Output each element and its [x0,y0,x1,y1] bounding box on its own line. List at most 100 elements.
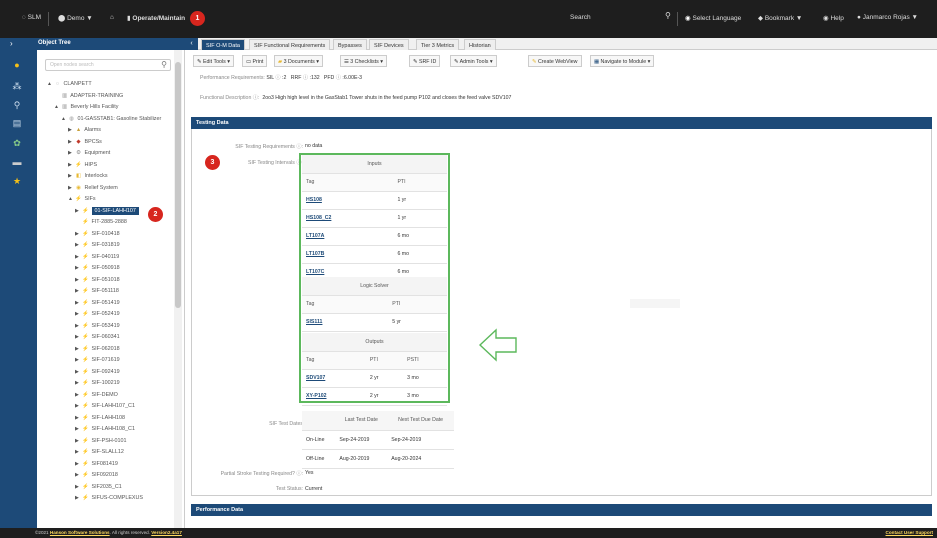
tree-node[interactable]: ▶ ◉ Relief System [68,185,118,191]
srf-id-button[interactable]: ✎ SRF ID [409,55,441,67]
tree-node[interactable]: ▶ ◆ BPCSs [68,139,102,145]
tree-icon[interactable]: ⁂ [10,79,24,93]
user-menu[interactable]: ● Janmarco Rojas ▼ [857,14,918,21]
tree-node[interactable]: ▶ ⚡ SIF-LAHH108 [75,415,125,421]
tag-link[interactable]: HS108 [306,197,322,203]
tab-historian[interactable]: Historian [464,39,496,50]
tab-sif-functional-requirements[interactable]: SIF Functional Requirements [249,39,331,50]
tree-node-label: Relief System [84,184,118,191]
relief-icon: ◉ [76,184,81,191]
equipment-icon[interactable]: ▬ [10,155,24,169]
search-icon[interactable]: ⚲ [10,98,24,112]
tree-node[interactable]: ▶ ⚡ SIF-LAHH108_C1 [75,426,135,432]
tree-node[interactable]: ▶ ⚡ SIF-052419 [75,311,120,317]
tree-node[interactable]: ▶ ⚡ SIF092018 [75,472,118,478]
tab-sif-om-data[interactable]: SIF O-M Data [201,39,245,50]
tab-bypasses[interactable]: Bypasses [333,39,367,50]
version-link[interactable]: Version2.4a17 [151,530,182,535]
company-link[interactable]: Hanson Software Solutions [50,530,110,535]
tag-link[interactable]: LT107A [306,233,324,239]
tree-node[interactable]: ▶ ⚡ SIF-100219 [75,380,120,386]
favorites-icon[interactable]: ● [10,58,24,72]
alarm-icon: ▲ [75,127,82,133]
create-webview-button[interactable]: ✎ Create WebView [528,55,582,67]
tree-node[interactable]: ▶ ⚡ SIF-051419 [75,300,120,306]
info-icon[interactable]: ⓘ [296,144,301,150]
edit-tools-button[interactable]: ✎ Edit Tools ▾ [193,55,234,67]
search-icon[interactable]: ⚲ [665,11,671,20]
tree-node-label: SIF-053419 [91,322,120,329]
back-arrow-icon[interactable]: ‹ [185,38,198,50]
help-menu[interactable]: ◉ Help [823,14,844,22]
app-switch[interactable]: ◌ SLM [22,14,41,21]
info-icon[interactable]: ⓘ [296,471,301,477]
tree-node[interactable]: ▲ ⚡ SIFs [68,196,96,202]
scrollbar-thumb[interactable] [175,62,181,308]
print-button[interactable]: ▭ Print [242,55,268,67]
tree-node[interactable]: ▶ ⚡ SIF-060341 [75,334,120,340]
tab-tier3-metrics[interactable]: Tier 3 Metrics [416,39,460,50]
tree-node[interactable]: ▲ ◍ 01-GASSTAB1: Gasoline Stabilizer [61,116,161,122]
tree-node[interactable]: ▥ ADAPTER-TRAINING [54,93,123,99]
tree-node[interactable]: ▶ ⚡ SIF-031819 [75,242,120,248]
bookmark-menu[interactable]: ◆ Bookmark ▼ [758,14,802,22]
tree-node[interactable]: ▲ ▥ Beverly Hills Facility [54,104,118,110]
collapse-sidebar-icon[interactable]: › [10,39,13,48]
tree-node[interactable]: ▶ ⚡ SIF-SLALL12 [75,449,124,455]
workspace-dropdown[interactable]: ⬤ Demo ▼ [58,14,93,22]
info-icon[interactable]: ⓘ [303,75,308,81]
tree-node[interactable]: ▶ ⚡ SIF-092419 [75,369,120,375]
sif-icon: ⚡ [82,253,89,260]
info-icon[interactable]: ⓘ [253,95,258,101]
tree-scrollbar[interactable] [174,50,182,528]
tag-link[interactable]: LT107C [306,269,324,275]
documents-button[interactable]: ▰ 3 Documents ▾ [274,55,323,67]
tree-node[interactable]: ▶ ⚡ HIPS [68,162,97,168]
tree-node[interactable]: ▶ ⚡ 01-SIF-LAHH107 [75,206,139,215]
tree-node[interactable]: ▶ ⚙ Equipment [68,150,110,156]
search-icon[interactable]: ⚲ [161,60,167,69]
tab-sif-devices[interactable]: SIF Devices [369,39,409,50]
tree-node[interactable]: ▶ ⚡ SIF-051018 [75,277,120,283]
settings-icon[interactable]: ✿ [10,136,24,150]
tree-node[interactable]: ▶ ⚡ SIF-010418 [75,231,120,237]
tree-node[interactable]: ▶ ⚡ SIFUS-COMPLEXUS [75,495,143,501]
tag-link[interactable]: LT107B [306,251,324,257]
tree-node-label: SIF2035_C1 [91,483,122,490]
language-selector[interactable]: ◉ Select Language [685,14,741,22]
tree-node[interactable]: ▶ ⚡ SIF-071619 [75,357,120,363]
tree-node[interactable]: ▶ ▲ Alarms [68,127,101,133]
tree-node[interactable]: ▲ ◌ CLANPETT [47,81,92,87]
info-icon[interactable]: ⓘ [336,75,341,81]
tree-node[interactable]: ▶ ⚡ SIF-DEMO [75,392,118,398]
tree-node[interactable]: ▶ ⚡ SIF081419 [75,461,118,467]
tree-node[interactable]: ▶ ◧ Interlocks [68,173,108,179]
toolbar: ✎ Edit Tools ▾ ▭ Print ▰ 3 Documents ▾ ☰… [190,55,932,68]
callout-badge-3: 3 [205,155,220,170]
tree-node[interactable]: ▶ ⚡ SIF-051118 [75,288,119,294]
checklists-button[interactable]: ☰ 3 Checklists ▾ [340,55,387,67]
workspace-label: Demo [67,15,85,22]
tag-link[interactable]: SIS111 [306,319,322,325]
tree-node[interactable]: ▶ ⚡ SIF-PSH-0101 [75,438,127,444]
tree-node[interactable]: ▶ ⚡ SIF-LAHH107_C1 [75,403,135,409]
global-search-input[interactable]: Search [570,14,591,21]
tag-link[interactable]: HS108_C2 [306,215,331,221]
tag-link[interactable]: SDV107 [306,375,325,381]
tree-node[interactable]: ▶ ⚡ SIF-050918 [75,265,120,271]
tree-node[interactable]: ▶ ⚡ SIF-062018 [75,346,120,352]
info-icon[interactable]: ⓘ [275,75,280,81]
tag-link[interactable]: XY-P102 [306,393,326,399]
tree-node[interactable]: ▶ ⚡ SIF2035_C1 [75,484,122,490]
tree-node[interactable]: ▶ ⚡ SIF-053419 [75,323,120,329]
contact-support-link[interactable]: Contact User Support [886,530,933,535]
tree-search-input[interactable]: Open nodes search ⚲ [45,59,171,71]
home-icon[interactable]: ⌂ [110,14,114,21]
admin-tools-button[interactable]: ✎ Admin Tools ▾ [450,55,497,67]
star-icon[interactable]: ★ [10,174,24,188]
tree-node[interactable]: ⚡ FIT-2885-2888 [75,219,127,225]
navigate-to-module-button[interactable]: ▦ Navigate to Module ▾ [590,55,655,67]
reports-icon[interactable]: ▤ [10,116,24,130]
tree-node[interactable]: ▶ ⚡ SIF-040119 [75,254,119,260]
breadcrumb[interactable]: ▮ Operate/Maintain [127,14,185,22]
